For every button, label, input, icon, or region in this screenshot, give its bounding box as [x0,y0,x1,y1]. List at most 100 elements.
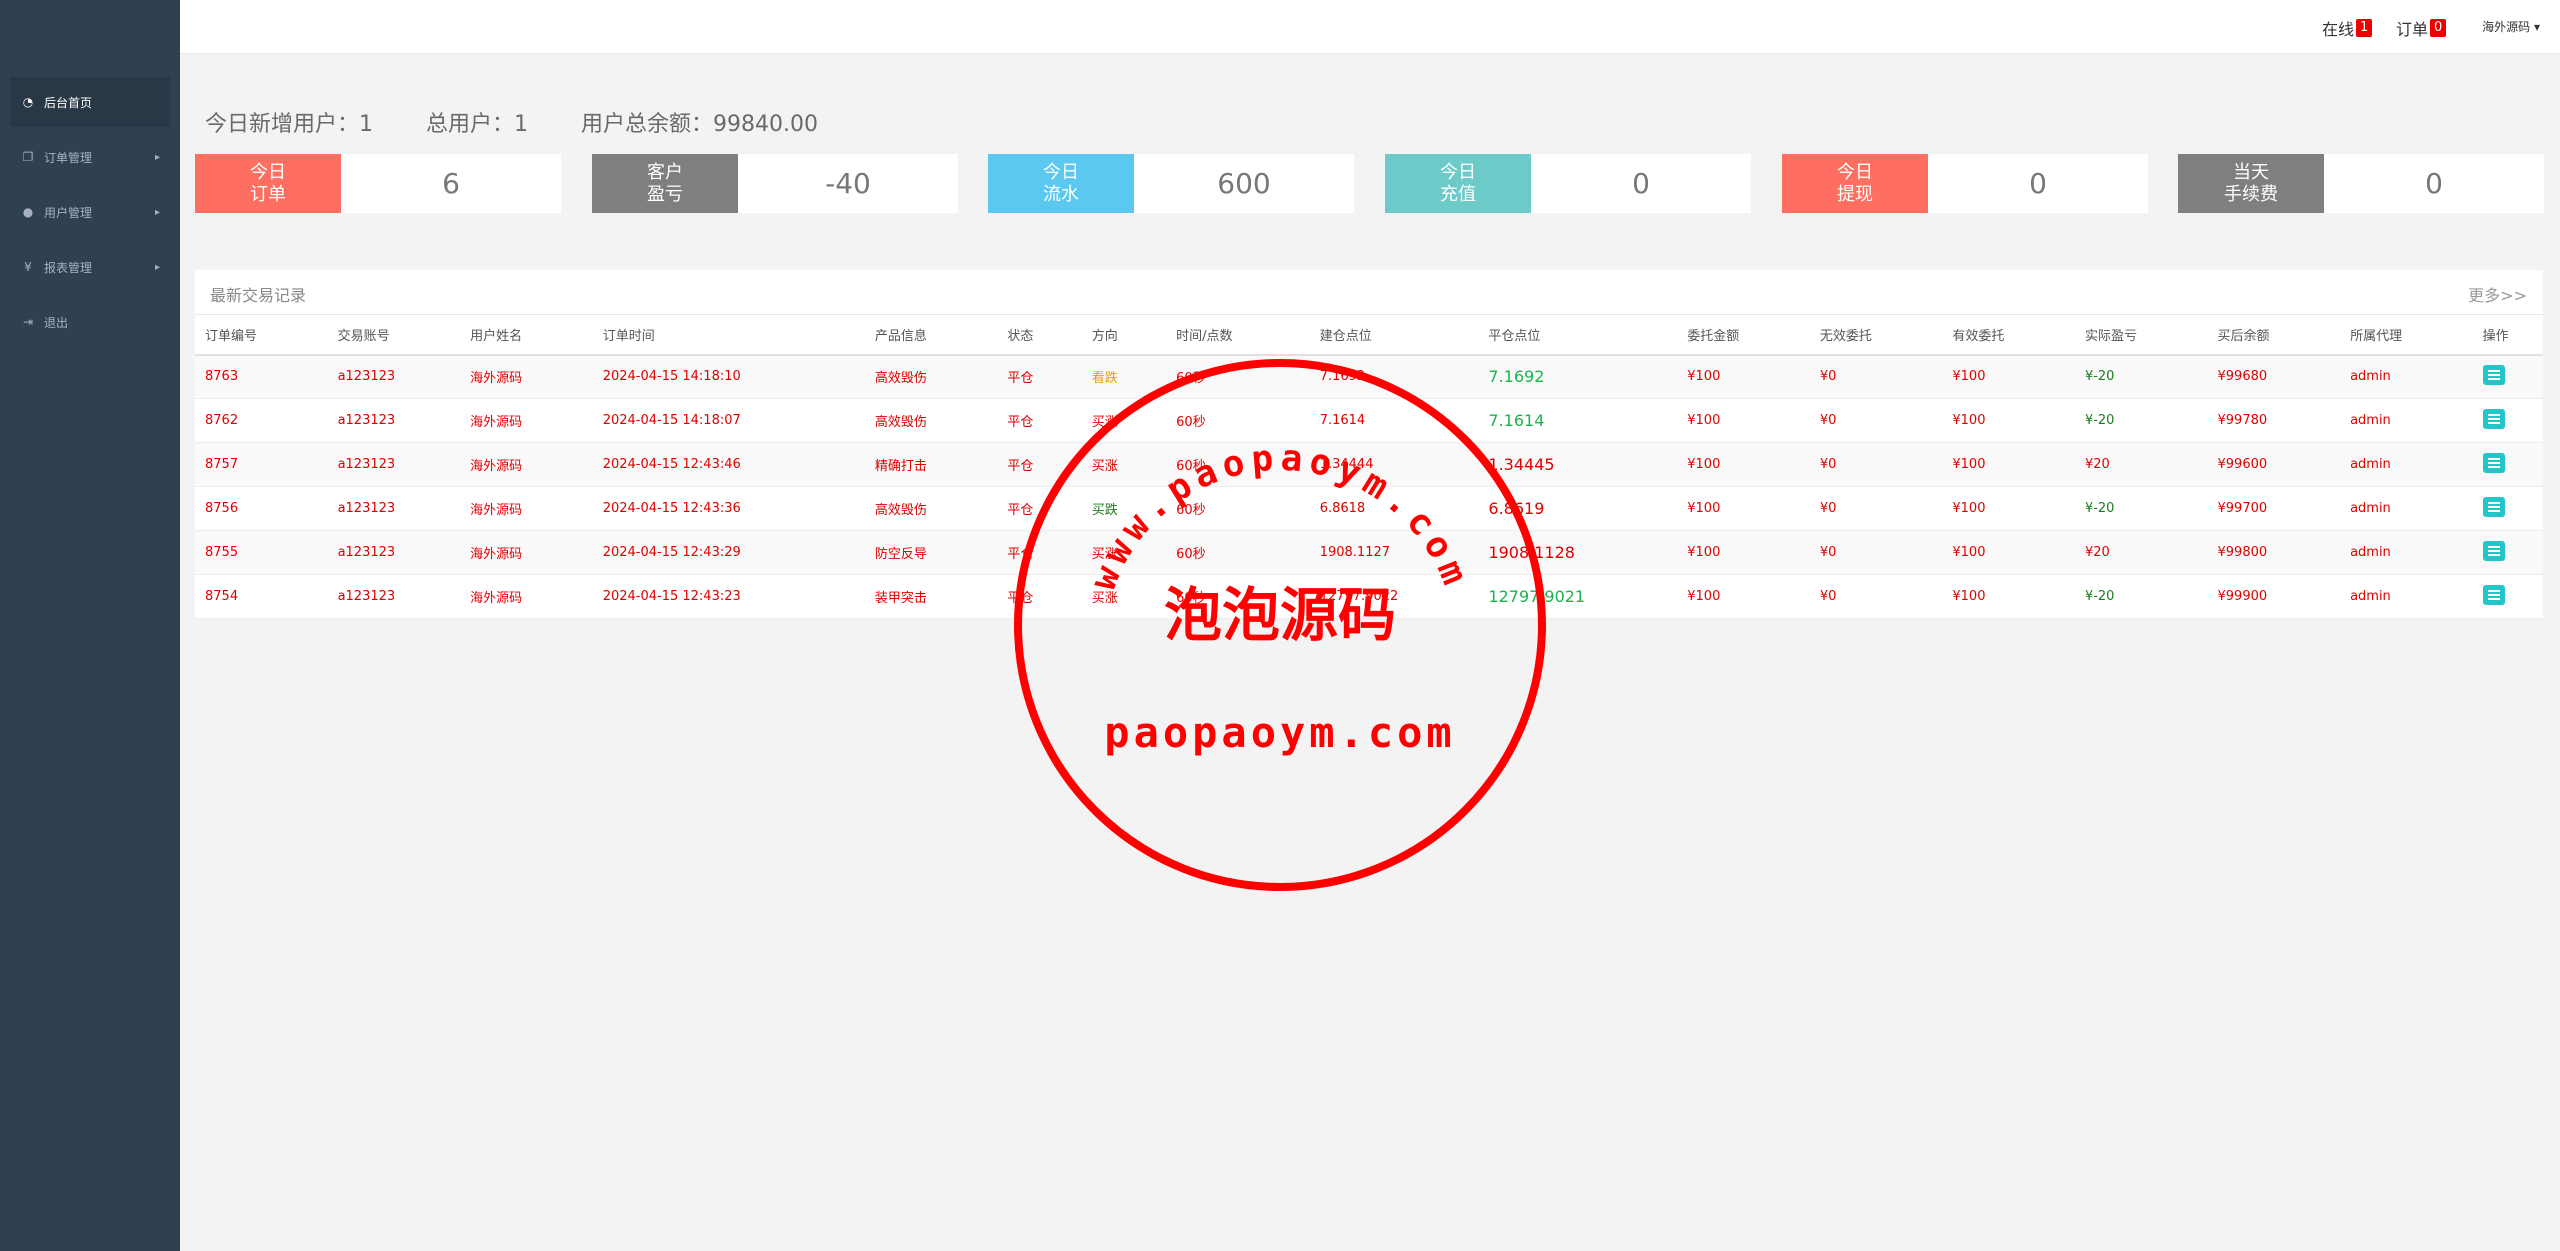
column-header: 平仓点位 [1478,314,1678,356]
table-cell: 看跌 [1081,354,1167,399]
table-cell: ¥99900 [2207,574,2341,619]
stat-card-label: 当天 手续费 [2178,154,2324,213]
table-cell: 12797.9022 [1309,574,1479,619]
yen-icon: ¥ [24,260,32,274]
column-header: 时间/点数 [1166,314,1310,356]
stat-card-label: 客户 盈亏 [592,154,738,213]
stat-card-label: 今日 流水 [988,154,1134,213]
sidebar-item-orders[interactable]: ❐ 订单管理 ▸ [10,132,170,182]
panel-title: 最新交易记录 [210,286,307,305]
table-cell: 买跌 [1081,486,1167,531]
table-cell: a123123 [327,354,461,399]
table-cell: 平仓 [997,354,1082,399]
table-cell: admin [2340,530,2473,575]
table-row: 8754 a123123 海外源码 2024-04-15 12:43:23 装甲突击 平仓… [195,574,2543,619]
table-cell: 8757 [195,442,328,487]
table-cell: 7.1692 [1478,354,1678,399]
sidebar-item-dashboard[interactable]: ◔ 后台首页 [10,77,170,127]
table-cell: 平仓 [997,530,1082,575]
stat-card-value: 600 [1217,167,1271,200]
table-cell: admin [2340,442,2473,487]
stat-card-today-orders: 今日 订单 6 [195,154,561,213]
view-details-button[interactable] [2482,540,2505,561]
sidebar-item-users[interactable]: ● 用户管理 ▸ [10,187,170,237]
user-dropdown[interactable]: 海外源码 ▾ [2482,18,2540,35]
view-details-button[interactable] [2482,364,2505,385]
table-cell: 高效毁伤 [864,398,998,443]
online-counter[interactable]: 在线 1 [2322,16,2373,40]
table-cell: 1.34444 [1309,442,1479,487]
table-cell: a123123 [327,574,461,619]
view-details-button[interactable] [2482,496,2505,517]
table-cell: 8763 [195,354,328,399]
view-details-button[interactable] [2482,408,2505,429]
table-cell: ¥20 [2074,442,2208,487]
table-cell: 6.8618 [1309,486,1479,531]
sidebar-item-reports[interactable]: ¥ 报表管理 ▸ [10,242,170,292]
table-row: 8755 a123123 海外源码 2024-04-15 12:43:29 防空反导 平仓… [195,530,2543,575]
table-cell: 海外源码 [460,354,593,399]
summary-line: 今日新增用户：1 总用户：1 用户总余额：99840.00 [205,106,864,138]
table-cell: 2024-04-15 12:43:29 [592,530,865,575]
recent-trades-panel: 最新交易记录 更多>> 订单编号 交易账号 用户姓名 订单时间 产品信息 状态 方向 时间/点… [195,270,2543,619]
table-cell: 7.1614 [1309,398,1479,443]
stat-card-customer-pnl: 客户 盈亏 -40 [592,154,958,213]
caret-right-icon: ▸ [154,206,160,218]
table-cell: 买涨 [1081,530,1167,575]
table-cell: ¥99700 [2207,486,2341,531]
sidebar-item-logout[interactable]: ⇥ 退出 [10,297,170,347]
order-badge: 0 [2430,19,2447,37]
table-cell: 2024-04-15 14:18:10 [592,354,865,399]
top-navbar: 在线 1 订单 0 海外源码 ▾ [0,0,2560,54]
table-cell: 60秒 [1166,398,1310,443]
table-cell: ¥100 [1942,530,2075,575]
table-cell: ¥0 [1809,574,1943,619]
table-cell: 60秒 [1166,442,1310,487]
table-cell: 平仓 [997,574,1082,619]
column-header: 所属代理 [2340,314,2473,356]
table-cell: ¥100 [1942,442,2075,487]
order-counter[interactable]: 订单 0 [2396,16,2447,40]
table-cell: ¥99800 [2207,530,2341,575]
table-cell: 7.1614 [1478,398,1678,443]
stat-card-label: 今日 订单 [195,154,341,213]
stat-card-label: 今日 充值 [1385,154,1531,213]
table-cell: 1.34445 [1478,442,1678,487]
new-users-summary: 今日新增用户：1 [205,112,373,137]
table-cell: ¥99600 [2207,442,2341,487]
table-cell [2472,398,2543,443]
table-cell: admin [2340,486,2473,531]
sidebar-item-label: 订单管理 [44,150,93,165]
user-icon: ● [22,205,34,219]
table-cell [2472,574,2543,619]
table-cell: 2024-04-15 12:43:36 [592,486,865,531]
sidebar-item-label: 用户管理 [44,205,93,220]
table-cell: 60秒 [1166,574,1310,619]
table-cell: 8754 [195,574,328,619]
view-details-button[interactable] [2482,584,2505,605]
table-cell: 60秒 [1166,486,1310,531]
more-link[interactable]: 更多>> [2468,282,2527,306]
caret-right-icon: ▸ [154,151,160,163]
table-cell: 2024-04-15 14:18:07 [592,398,865,443]
table-cell: ¥0 [1809,398,1943,443]
table-cell: 6.8619 [1478,486,1678,531]
table-cell [2472,354,2543,399]
total-users-summary: 总用户：1 [426,112,528,137]
table-cell: 海外源码 [460,486,593,531]
table-cell: ¥100 [1677,354,1810,399]
column-header: 实际盈亏 [2074,314,2208,356]
stat-card-value: 0 [2029,167,2047,200]
table-cell: ¥100 [1942,398,2075,443]
view-details-button[interactable] [2482,452,2505,473]
table-cell: ¥99780 [2207,398,2341,443]
table-cell: ¥-20 [2074,398,2208,443]
table-cell: ¥0 [1809,442,1943,487]
table-cell: ¥-20 [2074,354,2208,399]
trades-table: 订单编号 交易账号 用户姓名 订单时间 产品信息 状态 方向 时间/点数 建仓点位 平仓点位 委托金… [195,314,2543,619]
column-header: 订单编号 [195,314,328,356]
table-cell: 买涨 [1081,398,1167,443]
column-header: 无效委托 [1809,314,1943,356]
column-header: 状态 [997,314,1082,356]
column-header: 订单时间 [592,314,865,356]
